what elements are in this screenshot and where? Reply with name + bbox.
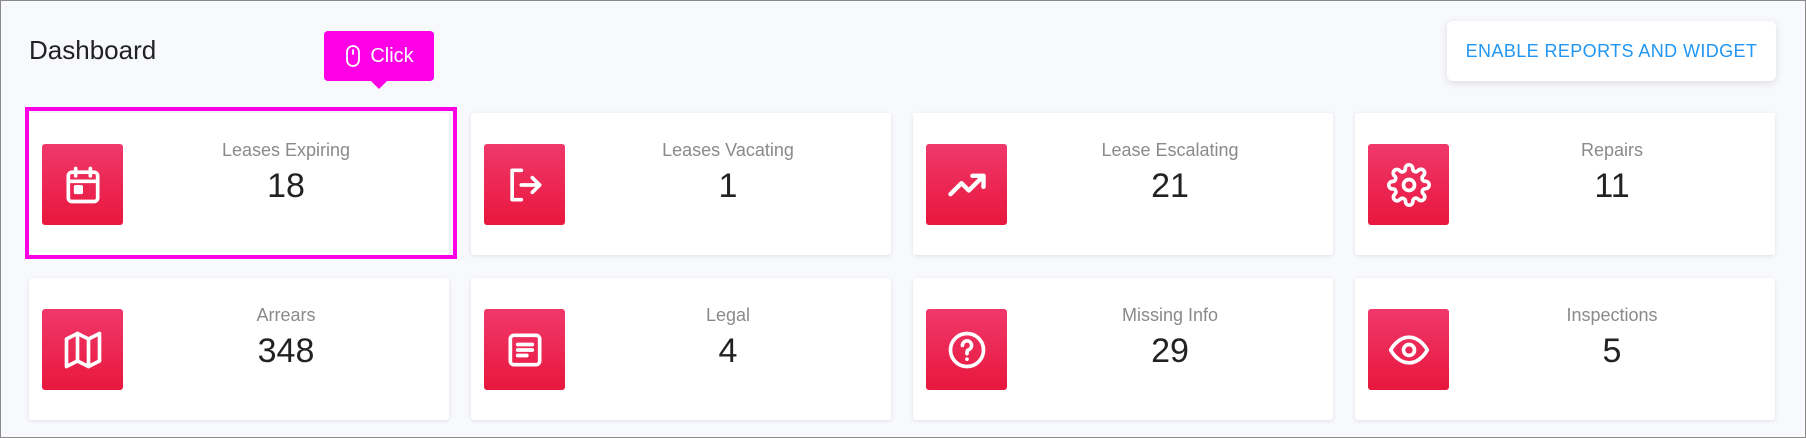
card-arrears[interactable]: Arrears 348	[29, 278, 449, 420]
card-lease-escalating[interactable]: Lease Escalating 21	[913, 113, 1333, 255]
gear-icon	[1368, 144, 1449, 225]
enable-reports-button[interactable]: ENABLE REPORTS AND WIDGET	[1447, 21, 1776, 81]
card-label: Leases Expiring	[221, 140, 351, 160]
calendar-icon	[42, 144, 123, 225]
dashboard-frame: Dashboard ENABLE REPORTS AND WIDGET Leas…	[0, 0, 1806, 438]
card-inspections[interactable]: Inspections 5	[1355, 278, 1775, 420]
tooltip-label: Click	[370, 44, 414, 67]
card-leases-expiring[interactable]: Leases Expiring 18	[29, 113, 449, 255]
trending-up-icon	[926, 144, 1007, 225]
help-icon	[926, 309, 1007, 390]
card-label: Arrears	[256, 305, 316, 325]
card-label: Missing Info	[1121, 305, 1219, 325]
card-leases-vacating[interactable]: Leases Vacating 1	[471, 113, 891, 255]
card-label: Inspections	[1566, 305, 1658, 325]
card-value: 29	[1151, 332, 1189, 370]
card-value: 348	[257, 332, 315, 370]
mouse-icon	[346, 45, 361, 67]
card-value: 18	[267, 167, 305, 205]
card-label: Leases Vacating	[662, 140, 794, 160]
card-legal[interactable]: Legal 4	[471, 278, 891, 420]
click-tooltip: Click	[324, 31, 434, 89]
card-value: 21	[1151, 167, 1189, 205]
document-icon	[484, 309, 565, 390]
card-missing-info[interactable]: Missing Info 29	[913, 278, 1333, 420]
card-label: Legal	[705, 305, 751, 325]
exit-icon	[484, 144, 565, 225]
eye-icon	[1368, 309, 1449, 390]
page-title: Dashboard	[29, 35, 157, 65]
card-value: 11	[1594, 167, 1630, 205]
card-value: 1	[718, 167, 738, 205]
map-icon	[42, 309, 123, 390]
card-value: 5	[1602, 332, 1622, 370]
card-label: Repairs	[1580, 140, 1644, 160]
card-value: 4	[718, 332, 738, 370]
stats-grid: Leases Expiring 18 Leases Vacating 1 Lea…	[29, 113, 1775, 420]
card-label: Lease Escalating	[1101, 140, 1239, 160]
card-repairs[interactable]: Repairs 11	[1355, 113, 1775, 255]
